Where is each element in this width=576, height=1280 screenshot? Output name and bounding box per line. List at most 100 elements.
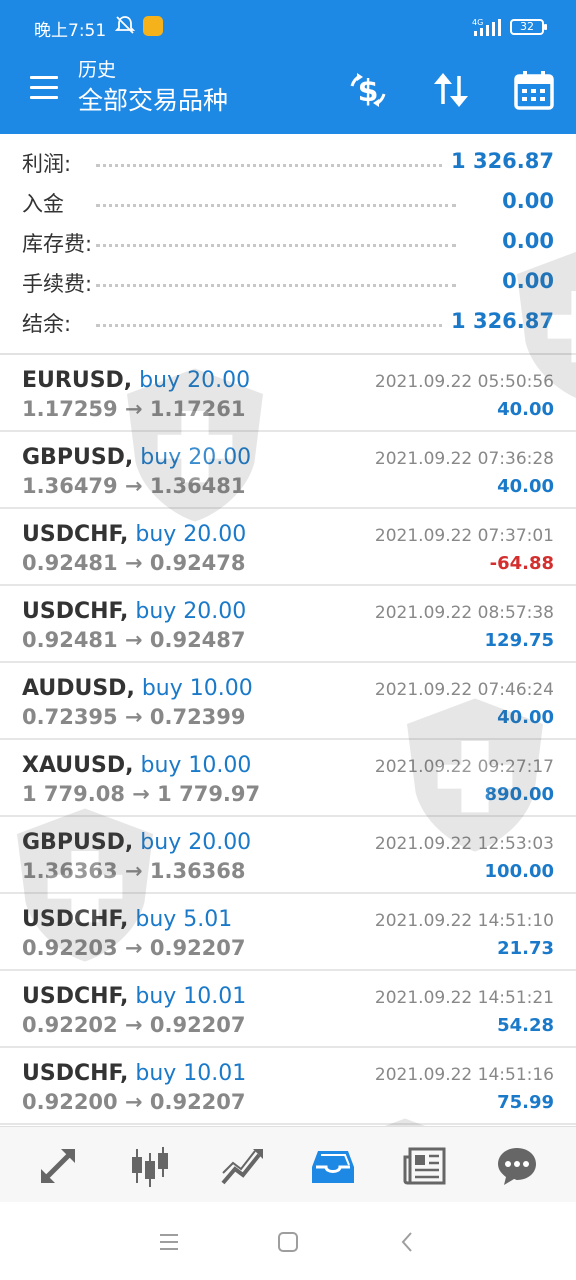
trade-prices: 0.92200 → 0.92207: [22, 1090, 246, 1114]
header-titles: 历史 全部交易品种: [78, 58, 228, 118]
trade-prices: 0.92202 → 0.92207: [22, 1013, 246, 1037]
trade-symbol: USDCHF,: [22, 522, 129, 547]
trade-prices: 0.92481 → 0.92478: [22, 551, 246, 575]
trade-row[interactable]: USDCHF, buy 20.00 0.92481 → 0.92487 2021…: [0, 586, 576, 663]
trade-row[interactable]: AUDUSD, buy 10.00 0.72395 → 0.72399 2021…: [0, 663, 576, 740]
trade-side: buy 20.00: [140, 445, 252, 470]
quotes-icon[interactable]: [35, 1143, 81, 1189]
trade-symbol: XAUUSD,: [22, 753, 134, 778]
dotted-leader: [96, 204, 456, 207]
trade-row[interactable]: XAUUSD, buy 10.00 1 779.08 → 1 779.97 20…: [0, 740, 576, 817]
trade-time: 2021.09.22 07:46:24: [374, 680, 554, 700]
trade-icon[interactable]: [219, 1143, 265, 1189]
trade-side: buy 20.00: [139, 368, 251, 393]
trade-profit: 54.28: [497, 1015, 554, 1036]
dotted-leader: [96, 244, 456, 247]
trade-profit: 21.73: [497, 938, 554, 959]
trade-prices: 0.72395 → 0.72399: [22, 705, 246, 729]
trade-side: buy 10.01: [135, 1061, 247, 1086]
summary-value: 1 326.87: [445, 149, 554, 173]
bottom-navigation: [0, 1126, 576, 1202]
mute-icon: [114, 16, 136, 34]
trade-symbol: USDCHF,: [22, 907, 129, 932]
trade-prices: 1.36363 → 1.36368: [22, 859, 246, 883]
trade-profit: 129.75: [484, 630, 554, 651]
trade-time: 2021.09.22 09:27:17: [374, 757, 554, 777]
battery-icon: 32: [510, 19, 547, 35]
trade-row[interactable]: USDCHF, buy 10.01 0.92202 → 0.92207 2021…: [0, 971, 576, 1048]
summary-label: 结余:: [22, 308, 76, 338]
summary-label: 手续费:: [22, 268, 97, 298]
currency-exchange-icon[interactable]: $: [346, 68, 390, 112]
trade-time: 2021.09.22 14:51:21: [374, 988, 554, 1008]
status-time: 晚上7:51: [34, 21, 107, 41]
system-navigation-bar: [0, 1202, 576, 1280]
news-icon[interactable]: [402, 1143, 448, 1189]
app-bar: 晚上7:51 4G 32 历史 全部交易品种 $: [0, 0, 576, 134]
summary-row-deposit: 入金 0.00: [0, 180, 576, 220]
trade-time: 2021.09.22 14:51:10: [374, 911, 554, 931]
dotted-leader: [96, 284, 456, 287]
trade-symbol: EURUSD,: [22, 368, 133, 393]
trade-profit: 40.00: [497, 399, 554, 420]
trade-side: buy 10.00: [140, 753, 252, 778]
summary-row-commission: 手续费: 0.00: [0, 260, 576, 300]
trade-profit: -64.88: [489, 553, 554, 574]
summary-label: 库存费:: [22, 228, 97, 258]
trade-time: 2021.09.22 07:37:01: [374, 526, 554, 546]
network-type: 4G: [472, 18, 483, 27]
trade-symbol: USDCHF,: [22, 984, 129, 1009]
trade-row[interactable]: EURUSD, buy 20.00 1.17259 → 1.17261 2021…: [0, 355, 576, 432]
summary-value: 1 326.87: [445, 309, 554, 333]
recent-apps-icon[interactable]: [155, 1228, 183, 1256]
trade-profit: 75.99: [497, 1092, 554, 1113]
summary-value: 0.00: [496, 189, 554, 213]
summary-row-balance: 结余: 1 326.87: [0, 300, 576, 340]
trade-row[interactable]: USDCHF, buy 5.01 0.92203 → 0.92207 2021.…: [0, 894, 576, 971]
calendar-icon[interactable]: [512, 68, 556, 112]
trade-time: 2021.09.22 05:50:56: [374, 372, 554, 392]
summary-label: 入金: [22, 188, 68, 218]
status-bar: 晚上7:51 4G 32: [0, 0, 576, 52]
chart-icon[interactable]: [127, 1143, 173, 1189]
summary-section: 利润: 1 326.87 入金 0.00 库存费: 0.00 手续费: 0.00…: [0, 140, 576, 340]
trade-prices: 1 779.08 → 1 779.97: [22, 782, 261, 806]
trade-side: buy 20.00: [135, 522, 247, 547]
dotted-leader: [96, 324, 456, 327]
trade-symbol: USDCHF,: [22, 599, 129, 624]
summary-value: 0.00: [496, 229, 554, 253]
trade-row[interactable]: USDCHF, buy 20.00 0.92481 → 0.92478 2021…: [0, 509, 576, 586]
menu-button[interactable]: [28, 74, 62, 102]
trade-row[interactable]: GBPUSD, buy 20.00 1.36363 → 1.36368 2021…: [0, 817, 576, 894]
trade-side: buy 10.00: [141, 676, 253, 701]
trade-side: buy 20.00: [140, 830, 252, 855]
trade-row[interactable]: GBPUSD, buy 20.00 1.36479 → 1.36481 2021…: [0, 432, 576, 509]
trade-profit: 100.00: [484, 861, 554, 882]
sort-icon[interactable]: [429, 68, 473, 112]
trade-side: buy 5.01: [135, 907, 233, 932]
trade-profit: 40.00: [497, 707, 554, 728]
trade-prices: 1.36479 → 1.36481: [22, 474, 246, 498]
chat-icon[interactable]: [494, 1143, 540, 1189]
summary-row-profit: 利润: 1 326.87: [0, 140, 576, 180]
summary-label: 利润:: [22, 148, 76, 178]
history-icon[interactable]: [310, 1143, 356, 1189]
trade-list: EURUSD, buy 20.00 1.17259 → 1.17261 2021…: [0, 355, 576, 1125]
trade-side: buy 10.01: [135, 984, 247, 1009]
trade-profit: 890.00: [484, 784, 554, 805]
trade-time: 2021.09.22 08:57:38: [374, 603, 554, 623]
summary-value: 0.00: [496, 269, 554, 293]
trade-symbol: GBPUSD,: [22, 445, 134, 470]
trade-prices: 0.92481 → 0.92487: [22, 628, 246, 652]
trade-row[interactable]: USDCHF, buy 10.01 0.92200 → 0.92207 2021…: [0, 1048, 576, 1125]
trade-time: 2021.09.22 12:53:03: [374, 834, 554, 854]
home-icon[interactable]: [274, 1228, 302, 1256]
notification-app-icon: [143, 16, 163, 36]
trade-prices: 1.17259 → 1.17261: [22, 397, 246, 421]
trade-time: 2021.09.22 14:51:16: [374, 1065, 554, 1085]
trade-symbol: GBPUSD,: [22, 830, 134, 855]
back-icon[interactable]: [394, 1228, 422, 1256]
page-subtitle: 历史: [78, 59, 117, 81]
page-title[interactable]: 全部交易品种: [78, 84, 228, 118]
trade-prices: 0.92203 → 0.92207: [22, 936, 246, 960]
